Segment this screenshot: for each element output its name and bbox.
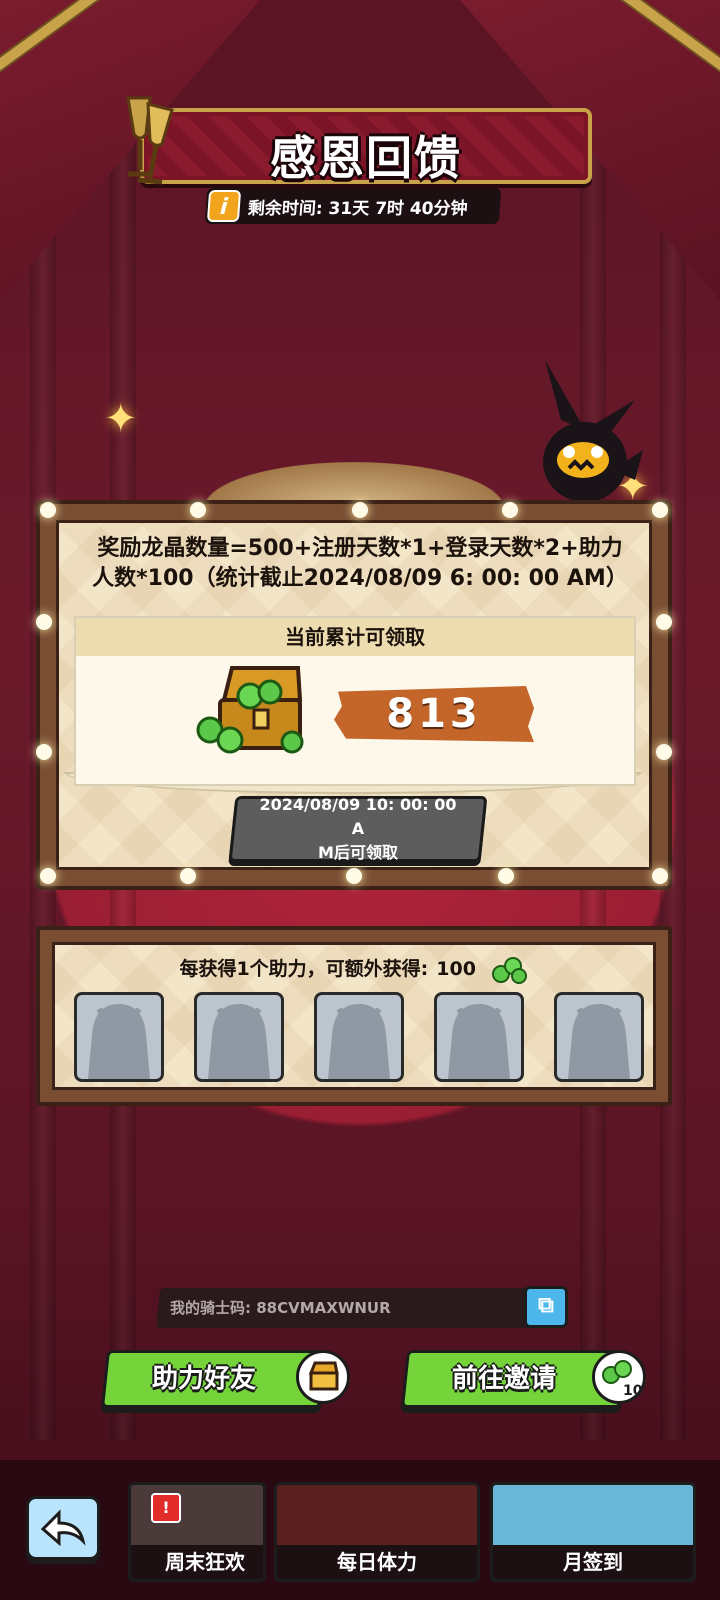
copy-icon[interactable]: ⧉ (524, 1286, 568, 1328)
light-bulb (346, 868, 362, 884)
light-bulb (652, 502, 668, 518)
helper-slot[interactable] (194, 992, 284, 1082)
back-button[interactable] (26, 1496, 100, 1560)
reward-formula-line: 奖励龙晶数量=500+注册天数*1+登录天数*2+助力 (97, 536, 623, 561)
crystal-bubble-icon: 10 (592, 1350, 646, 1404)
event-screen: 感恩回馈 i 剩余时间: 31天 7时 40分钟 ✦ ✦ 奖励龙晶数量=500+… (0, 0, 720, 1600)
page-title: 感恩回馈 (270, 131, 462, 185)
helper-silhouette-icon (447, 1003, 511, 1079)
helper-slot[interactable] (554, 992, 644, 1082)
invite-badge-count: 10 (623, 1383, 643, 1399)
dragon-mascot-icon (543, 360, 643, 518)
light-bulb (36, 614, 52, 630)
sparkle-icon: ✦ (104, 396, 138, 442)
light-bulb (498, 868, 514, 884)
helper-silhouette-icon (327, 1003, 391, 1079)
helper-slot[interactable] (314, 992, 404, 1082)
light-bulb (502, 502, 518, 518)
light-bulb (40, 502, 56, 518)
nav-daily-stamina[interactable]: 每日体力 (274, 1482, 480, 1582)
helper-silhouette-icon (567, 1003, 631, 1079)
light-bulb (652, 868, 668, 884)
treasure-chest-icon (196, 666, 304, 754)
helper-caption: 每获得1个助力，可额外获得: 100 (36, 954, 672, 984)
nav-weekend-party[interactable]: ! 周末狂欢 (128, 1482, 266, 1582)
light-bulb (656, 744, 672, 760)
light-bulb (352, 502, 368, 518)
nav-label: 每日体力 (277, 1545, 477, 1579)
alert-badge-icon: ! (151, 1493, 181, 1523)
nav-label: 月签到 (493, 1545, 693, 1579)
helper-slot[interactable] (74, 992, 164, 1082)
remaining-time: 剩余时间: 31天 7时 40分钟 (247, 198, 469, 219)
helper-silhouette-icon (87, 1003, 151, 1079)
helper-bonus: 100 (436, 958, 476, 980)
light-bulb (190, 502, 206, 518)
title-banner: 感恩回馈 (140, 108, 592, 185)
help-friend-label: 助力好友 (151, 1364, 256, 1394)
timer-pill: i 剩余时间: 31天 7时 40分钟 (204, 188, 502, 224)
light-bulb (180, 868, 196, 884)
nav-monthly-checkin[interactable]: 月签到 (490, 1482, 696, 1582)
info-icon[interactable]: i (206, 190, 242, 222)
light-bulb (656, 614, 672, 630)
champagne-glass-icon (126, 96, 174, 185)
chest-bubble-icon (296, 1350, 350, 1404)
helper-slot[interactable] (434, 992, 524, 1082)
reward-amount: 813 (386, 691, 482, 737)
light-bulb (40, 868, 56, 884)
claim-time-label: 2024/08/09 10: 00: 00 A M后可领取 (253, 793, 463, 865)
reward-formula: 奖励龙晶数量=500+注册天数*1+登录天数*2+助力 人数*100（统计截止2… (54, 534, 666, 594)
light-bulb (36, 744, 52, 760)
dragon-crystal-icon (491, 956, 527, 984)
invite-label: 前往邀请 (451, 1364, 556, 1394)
helper-caption-text: 每获得1个助力，可额外获得: (179, 958, 429, 980)
claim-time-line: 2024/08/09 10: 00: 00 A (259, 795, 457, 838)
knight-code: 我的骑士码: 88CVMAXWNUR (170, 1299, 391, 1317)
helper-silhouette-icon (207, 1003, 271, 1079)
reward-scroll-header: 当前累计可领取 (76, 618, 634, 656)
reward-formula-line: 人数*100（统计截止2024/08/09 6: 00: 00 AM） (92, 566, 628, 591)
claim-time-button[interactable]: 2024/08/09 10: 00: 00 A M后可领取 (228, 793, 488, 865)
back-arrow-icon (40, 1509, 86, 1547)
claim-time-line: M后可领取 (318, 843, 398, 862)
nav-label: 周末狂欢 (131, 1545, 263, 1579)
